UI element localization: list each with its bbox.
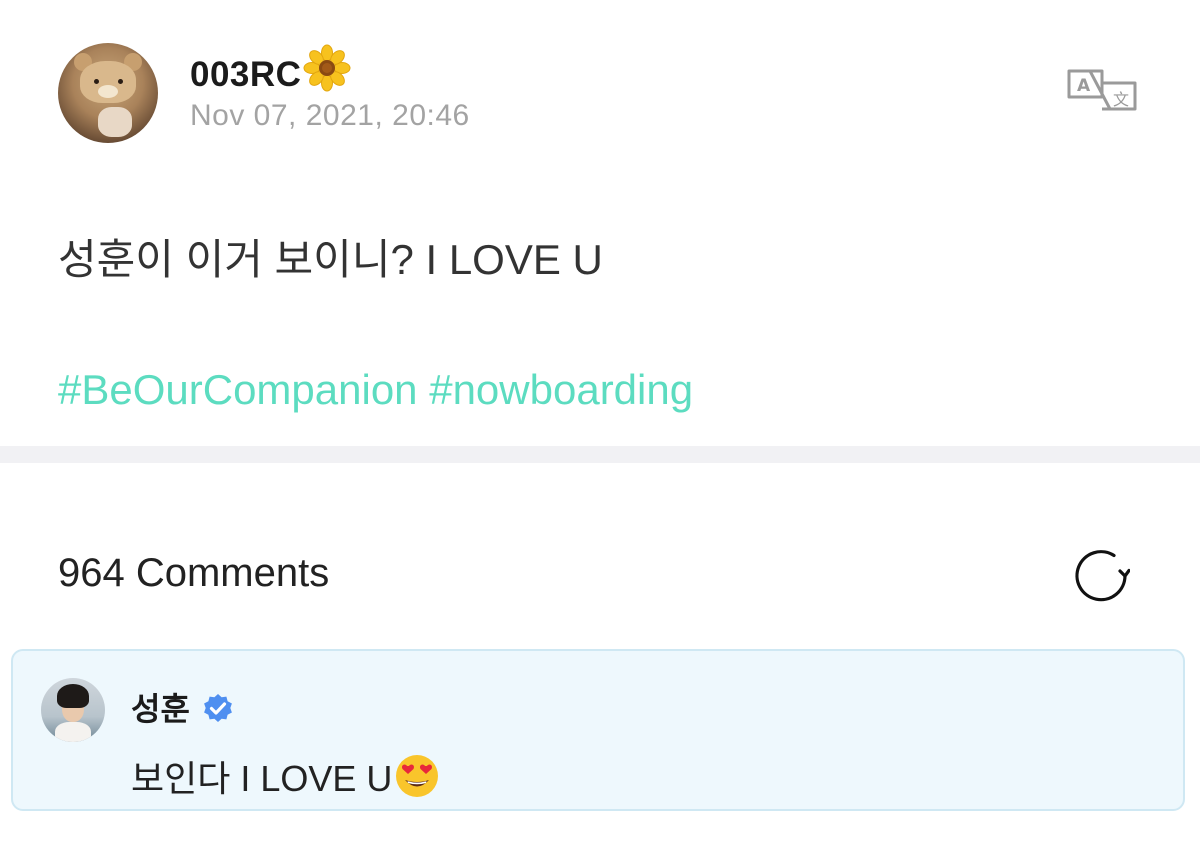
comment-author-name-text: 성훈: [131, 691, 190, 727]
avatar-hand: [98, 107, 132, 137]
post-hashtags: #BeOurCompanion #nowboarding: [58, 366, 693, 414]
verified-badge-icon: [202, 693, 234, 733]
post-author-name[interactable]: 003RC: [190, 44, 351, 101]
comment-text: 보인다 I LOVE U: [131, 750, 440, 808]
post: 003RC Nov 07, 2021, 20:46 A 文 성훈이 이거 보이니…: [0, 0, 1200, 446]
comment-author-name[interactable]: 성훈: [131, 684, 234, 733]
translate-icon: A 文: [1067, 69, 1137, 111]
post-timestamp: Nov 07, 2021, 20:46: [190, 99, 470, 132]
svg-text:A: A: [1077, 76, 1091, 96]
comment-author-avatar[interactable]: [41, 678, 105, 742]
bear-eye-left: [94, 79, 99, 84]
hashtag-link[interactable]: #BeOurCompanion: [58, 366, 418, 413]
translate-button[interactable]: A 文: [1066, 67, 1138, 113]
avatar-hair: [57, 684, 89, 708]
refresh-button[interactable]: [1074, 549, 1131, 603]
post-author-avatar[interactable]: [58, 43, 158, 143]
section-divider: [0, 446, 1200, 463]
bear-muzzle: [98, 85, 118, 98]
avatar-body: [55, 722, 91, 742]
heart-eyes-emoji-icon: [394, 753, 440, 808]
refresh-icon: [1075, 550, 1131, 602]
bear-eye-right: [118, 79, 123, 84]
comment-card[interactable]: 성훈 보인다 I LOVE U: [11, 649, 1185, 811]
svg-text:文: 文: [1113, 90, 1129, 109]
comment-text-body: 보인다 I LOVE U: [131, 758, 393, 799]
hashtag-link[interactable]: #nowboarding: [429, 366, 693, 413]
post-author-name-text: 003RC: [190, 55, 302, 94]
post-body: 성훈이 이거 보이니? I LOVE U: [58, 236, 603, 283]
comments-count: 964 Comments: [58, 551, 330, 595]
flower-emoji-icon: [303, 44, 351, 101]
